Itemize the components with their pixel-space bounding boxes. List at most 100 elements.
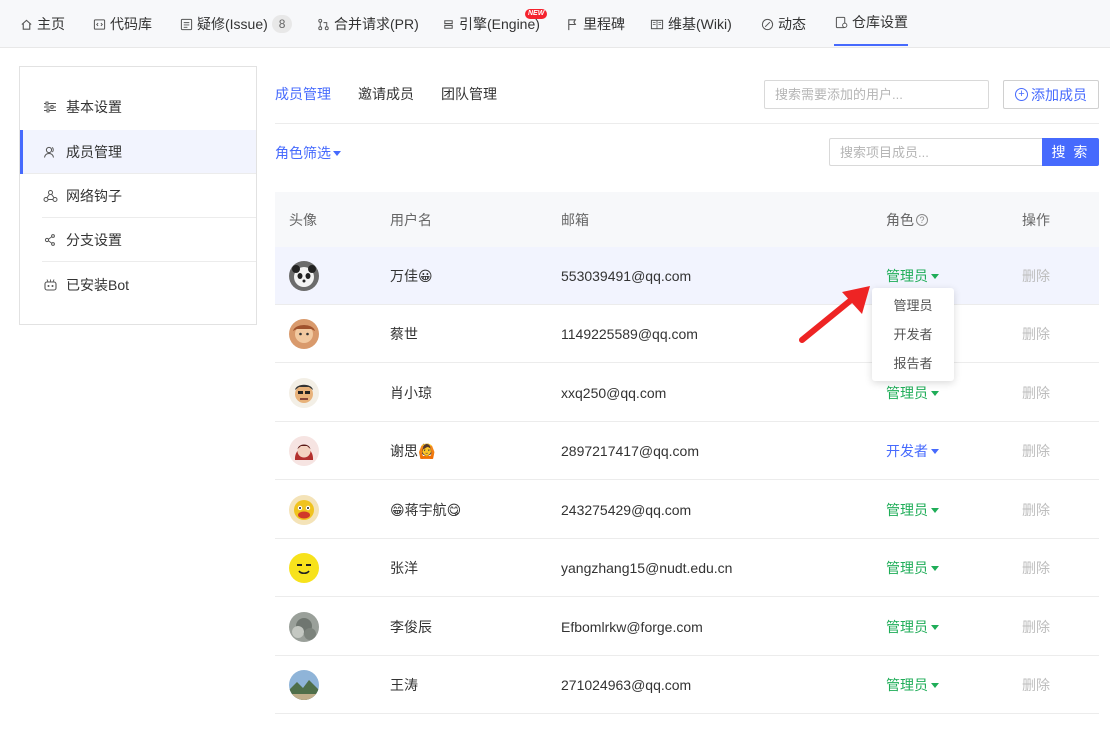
tab-home[interactable]: 主页 bbox=[19, 0, 65, 48]
role-dropdown-menu: 管理员 开发者 报告者 bbox=[872, 288, 954, 381]
email-cell: 553039491@qq.com bbox=[561, 268, 692, 284]
delete-member-link[interactable]: 删除 bbox=[1022, 539, 1050, 597]
table-row: 谢思🙆 2897217417@qq.com 开发者 删除 bbox=[275, 422, 1099, 480]
column-header-avatar: 头像 bbox=[289, 211, 317, 228]
role-label: 管理员 bbox=[886, 619, 928, 635]
role-option-developer[interactable]: 开发者 bbox=[872, 319, 954, 348]
table-row: 万佳😀 553039491@qq.com 管理员 删除 bbox=[275, 247, 1099, 305]
tab-milestones[interactable]: 里程碑 bbox=[565, 0, 625, 48]
caret-down-icon bbox=[333, 150, 341, 156]
tab-label: 里程碑 bbox=[583, 16, 625, 32]
email-cell: 271024963@qq.com bbox=[561, 677, 692, 693]
role-selector[interactable]: 管理员 bbox=[886, 598, 939, 656]
role-selector[interactable]: 管理员 bbox=[886, 656, 939, 714]
delete-member-link[interactable]: 删除 bbox=[1022, 598, 1050, 656]
divider bbox=[275, 123, 1099, 124]
panda-avatar bbox=[289, 261, 319, 291]
pull-request-icon bbox=[316, 17, 330, 31]
subtab-member-management[interactable]: 成员管理 bbox=[275, 84, 331, 104]
emoji-avatar bbox=[289, 553, 319, 583]
table-row: 李俊辰 Efbomlrkw@forge.com 管理员 删除 bbox=[275, 598, 1099, 656]
table-row: 蔡世 1149225589@qq.com 删除 bbox=[275, 305, 1099, 363]
delete-member-link[interactable]: 删除 bbox=[1022, 656, 1050, 714]
cartoon-avatar bbox=[289, 495, 319, 525]
tab-engine[interactable]: 引擎(Engine) NEW bbox=[441, 0, 548, 48]
delete-member-link[interactable]: 删除 bbox=[1022, 247, 1050, 305]
role-option-admin[interactable]: 管理员 bbox=[872, 290, 954, 319]
sidebar-item-label: 网络钩子 bbox=[66, 188, 122, 204]
bot-icon bbox=[42, 277, 58, 293]
delete-member-link[interactable]: 删除 bbox=[1022, 364, 1050, 422]
tab-wiki[interactable]: 维基(Wiki) bbox=[650, 0, 732, 48]
sidebar-item-label: 成员管理 bbox=[66, 144, 122, 160]
tab-pull-requests[interactable]: 合并请求(PR) bbox=[316, 0, 419, 48]
role-option-reporter[interactable]: 报告者 bbox=[872, 348, 954, 377]
role-filter-dropdown[interactable]: 角色筛选 bbox=[275, 143, 341, 163]
role-label: 管理员 bbox=[886, 677, 928, 693]
sidebar-item-label: 基本设置 bbox=[66, 99, 122, 115]
top-nav: 主页 代码库 疑修(Issue) 8 合并请求(PR) 引擎(Engine) N… bbox=[0, 0, 1110, 48]
tab-code[interactable]: 代码库 bbox=[92, 0, 152, 48]
table-row: 肖小琼 xxq250@qq.com 管理员 删除 bbox=[275, 364, 1099, 422]
role-filter-label: 角色筛选 bbox=[275, 145, 331, 161]
tab-activity[interactable]: 动态 bbox=[760, 0, 806, 48]
username-cell: 蔡世 bbox=[390, 326, 418, 342]
role-label: 管理员 bbox=[886, 385, 928, 401]
role-selector[interactable]: 开发者 bbox=[886, 422, 939, 480]
email-cell: Efbomlrkw@forge.com bbox=[561, 619, 703, 635]
username-cell: 谢思🙆 bbox=[390, 443, 436, 459]
role-header-label: 角色 bbox=[886, 211, 914, 228]
tab-repo-settings[interactable]: 仓库设置 bbox=[834, 0, 908, 46]
username-cell: 肖小琼 bbox=[390, 385, 432, 401]
activity-icon bbox=[760, 17, 774, 31]
engine-icon bbox=[441, 17, 455, 31]
delete-member-link[interactable]: 删除 bbox=[1022, 481, 1050, 539]
role-label: 管理员 bbox=[886, 502, 928, 518]
tab-label: 仓库设置 bbox=[852, 14, 908, 30]
tab-label: 代码库 bbox=[110, 16, 152, 32]
sidebar-item-webhooks[interactable]: 网络钩子 bbox=[20, 174, 256, 218]
subtab-invite-members[interactable]: 邀请成员 bbox=[358, 84, 414, 104]
role-label: 开发者 bbox=[886, 443, 928, 459]
sidebar-item-installed-bots[interactable]: 已安装Bot bbox=[20, 263, 256, 307]
column-header-role: 角色 ? bbox=[886, 192, 928, 247]
username-cell: 李俊辰 bbox=[390, 619, 432, 635]
sidebar-item-members[interactable]: 成员管理 bbox=[20, 130, 256, 174]
caret-down-icon bbox=[931, 682, 939, 688]
tab-label: 动态 bbox=[778, 16, 806, 32]
add-user-search-input[interactable] bbox=[764, 80, 989, 109]
delete-member-link[interactable]: 删除 bbox=[1022, 305, 1050, 363]
sliders-icon bbox=[42, 99, 58, 115]
role-label: 管理员 bbox=[886, 268, 928, 284]
red-arrow-annotation-icon bbox=[799, 286, 870, 343]
caret-down-icon bbox=[931, 273, 939, 279]
tab-issues[interactable]: 疑修(Issue) 8 bbox=[179, 0, 293, 48]
sidebar-item-label: 已安装Bot bbox=[66, 277, 130, 293]
issue-icon bbox=[179, 17, 193, 31]
username-cell: 王涛 bbox=[390, 677, 418, 693]
search-button[interactable]: 搜 索 bbox=[1042, 138, 1099, 166]
role-selector[interactable]: 管理员 bbox=[886, 481, 939, 539]
table-row: 王涛 271024963@qq.com 管理员 删除 bbox=[275, 656, 1099, 714]
caret-down-icon bbox=[931, 624, 939, 630]
branch-icon bbox=[42, 232, 58, 248]
caret-down-icon bbox=[931, 448, 939, 454]
help-question-icon[interactable]: ? bbox=[916, 213, 928, 226]
username-cell: 😁蒋宇航😋 bbox=[390, 502, 462, 518]
landscape-avatar bbox=[289, 670, 319, 700]
table-row: 😁蒋宇航😋 243275429@qq.com 管理员 删除 bbox=[275, 481, 1099, 539]
role-selector[interactable]: 管理员 bbox=[886, 539, 939, 597]
sidebar-item-branches[interactable]: 分支设置 bbox=[20, 218, 256, 262]
photo-avatar bbox=[289, 612, 319, 642]
email-cell: 2897217417@qq.com bbox=[561, 443, 699, 459]
caret-down-icon bbox=[931, 507, 939, 513]
member-search-input[interactable] bbox=[829, 138, 1042, 166]
sidebar-item-basic-settings[interactable]: 基本设置 bbox=[20, 85, 256, 129]
subtab-team-management[interactable]: 团队管理 bbox=[441, 84, 497, 104]
cartoon-avatar bbox=[289, 319, 319, 349]
add-member-button[interactable]: + 添加成员 bbox=[1003, 80, 1099, 109]
member-subtabs: 成员管理 邀请成员 团队管理 bbox=[275, 78, 524, 110]
username-cell: 万佳😀 bbox=[390, 268, 433, 284]
delete-member-link[interactable]: 删除 bbox=[1022, 422, 1050, 480]
home-icon bbox=[19, 17, 33, 31]
